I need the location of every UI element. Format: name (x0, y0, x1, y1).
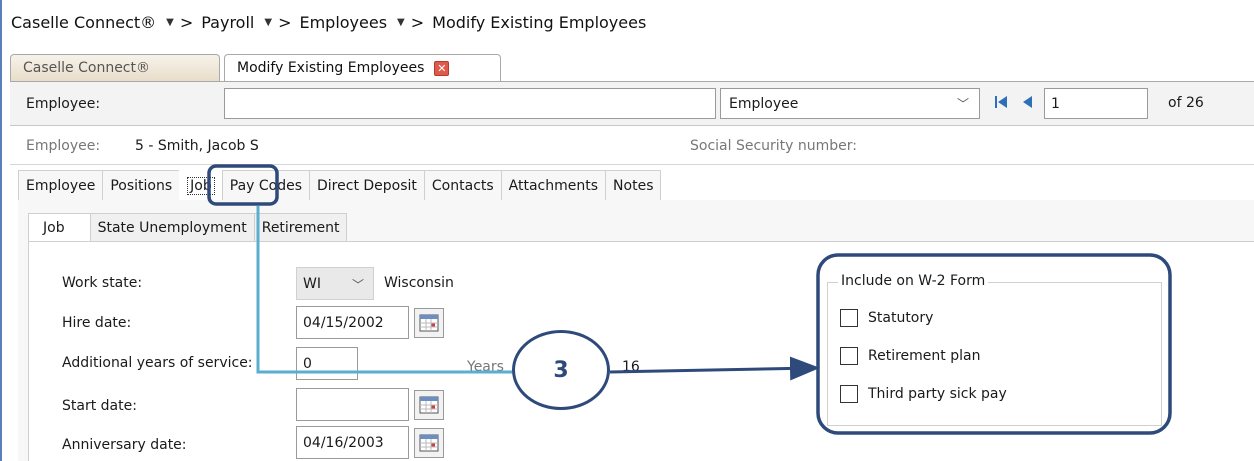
tab-label: Positions (110, 177, 173, 194)
subtab-state-unemployment[interactable]: State Unemployment (89, 213, 255, 241)
calendar-icon[interactable] (414, 428, 444, 458)
work-state-label: Work state: (62, 275, 143, 291)
subtab-retirement[interactable]: Retirement (253, 213, 348, 241)
subtab-job[interactable]: Job (28, 213, 91, 241)
window-left-edge (0, 0, 2, 461)
tab-label: Job (187, 176, 215, 195)
breadcrumb-separator: > (179, 12, 194, 32)
statutory-checkbox[interactable] (840, 309, 858, 327)
employee-lookup-input[interactable] (224, 88, 716, 119)
record-total: of 26 (1168, 95, 1204, 111)
third-party-sick-pay-label: Third party sick pay (868, 386, 1007, 402)
tab-label: Contacts (431, 177, 494, 194)
years-of-service-value: 16 (622, 359, 640, 375)
tab-label: Employee (26, 177, 96, 194)
start-date-label: Start date: (62, 398, 137, 414)
breadcrumb-separator: > (278, 12, 292, 32)
retirement-plan-checkbox-row[interactable]: Retirement plan (840, 347, 980, 365)
tab-label: Attachments (508, 177, 599, 194)
breadcrumb-separator: > (410, 12, 425, 32)
anniversary-date-label: Anniversary date: (62, 437, 187, 453)
anniversary-date-input[interactable]: 04/16/2003 (296, 426, 409, 459)
start-date-input[interactable] (296, 388, 409, 421)
search-by-value: Employee (729, 96, 799, 112)
hire-date-label: Hire date: (62, 315, 132, 331)
doc-tab-label: Caselle Connect® (23, 60, 150, 76)
work-state-select[interactable]: WI ﹀ (296, 267, 374, 300)
employee-header-label: Employee: (26, 138, 101, 154)
tab-attachments[interactable]: Attachments (500, 170, 607, 200)
breadcrumb-item-caselle-connect[interactable]: Caselle Connect® (11, 13, 156, 32)
work-state-value: WI (303, 276, 321, 292)
chevron-down-icon[interactable]: ▼ (166, 17, 174, 28)
doc-tab-caselle-connect[interactable]: Caselle Connect® (10, 54, 220, 81)
additional-years-label: Additional years of service: (62, 355, 253, 371)
statutory-label: Statutory (868, 310, 934, 326)
chevron-down-icon: ﹀ (351, 278, 364, 292)
breadcrumb-item-employees[interactable]: Employees (299, 13, 387, 32)
w2-form-legend: Include on W-2 Form (838, 273, 989, 289)
record-number-input[interactable]: 1 (1044, 88, 1148, 119)
tab-label: State Unemployment (97, 219, 247, 236)
first-record-icon[interactable] (995, 94, 1007, 110)
third-party-sick-pay-checkbox-row[interactable]: Third party sick pay (840, 385, 1007, 403)
ssn-label: Social Security number: (690, 138, 858, 154)
breadcrumb-item-payroll[interactable]: Payroll (201, 13, 254, 32)
employee-lookup-label: Employee: (26, 96, 101, 112)
tab-notes[interactable]: Notes (605, 170, 662, 200)
calendar-icon[interactable] (414, 390, 444, 420)
calendar-icon[interactable] (414, 308, 444, 338)
breadcrumb-current: Modify Existing Employees (432, 12, 647, 32)
employee-lookup-bar: Employee: Employee ﹀ 1 of 26 (10, 82, 1254, 126)
tab-label: Pay Codes (229, 177, 303, 194)
work-state-name: Wisconsin (384, 275, 454, 291)
employee-header: Employee: 5 - Smith, Jacob S Social Secu… (10, 127, 1254, 165)
tab-positions[interactable]: Positions (102, 170, 181, 200)
sub-tabs: Job State Unemployment Retirement (28, 213, 348, 241)
doc-tab-modify-existing-employees[interactable]: Modify Existing Employees ✕ (224, 54, 501, 81)
tab-direct-deposit[interactable]: Direct Deposit (309, 170, 425, 200)
breadcrumb: Caselle Connect® ▼ > Payroll ▼ > Employe… (11, 0, 646, 44)
retirement-plan-label: Retirement plan (868, 348, 981, 364)
third-party-sick-pay-checkbox[interactable] (840, 385, 858, 403)
additional-years-input[interactable]: 0 (296, 347, 358, 380)
years-label: Years (467, 359, 504, 375)
search-by-select[interactable]: Employee ﹀ (720, 88, 980, 119)
hire-date-input[interactable]: 04/15/2002 (296, 306, 409, 339)
previous-record-icon[interactable] (1022, 94, 1034, 110)
chevron-down-icon: ﹀ (956, 97, 969, 111)
tab-pay-codes[interactable]: Pay Codes (221, 170, 311, 200)
doc-tab-label: Modify Existing Employees (237, 60, 425, 76)
chevron-down-icon[interactable]: ▼ (397, 17, 405, 28)
tab-label: Retirement (261, 219, 340, 236)
close-icon[interactable]: ✕ (434, 60, 450, 76)
tab-contacts[interactable]: Contacts (423, 170, 502, 200)
callout-number-badge: 3 (512, 330, 610, 410)
employee-name: 5 - Smith, Jacob S (135, 138, 259, 154)
statutory-checkbox-row[interactable]: Statutory (840, 309, 933, 327)
tab-label: Job (43, 219, 65, 236)
document-tabs: Caselle Connect® Modify Existing Employe… (10, 53, 505, 81)
main-tabs: Employee Positions Job Pay Codes Direct … (18, 170, 662, 200)
chevron-down-icon[interactable]: ▼ (264, 17, 272, 28)
tab-label: Notes (613, 177, 654, 194)
tab-job[interactable]: Job (179, 170, 223, 200)
retirement-plan-checkbox[interactable] (840, 347, 858, 365)
tab-label: Direct Deposit (317, 177, 417, 194)
tab-employee[interactable]: Employee (18, 170, 104, 200)
